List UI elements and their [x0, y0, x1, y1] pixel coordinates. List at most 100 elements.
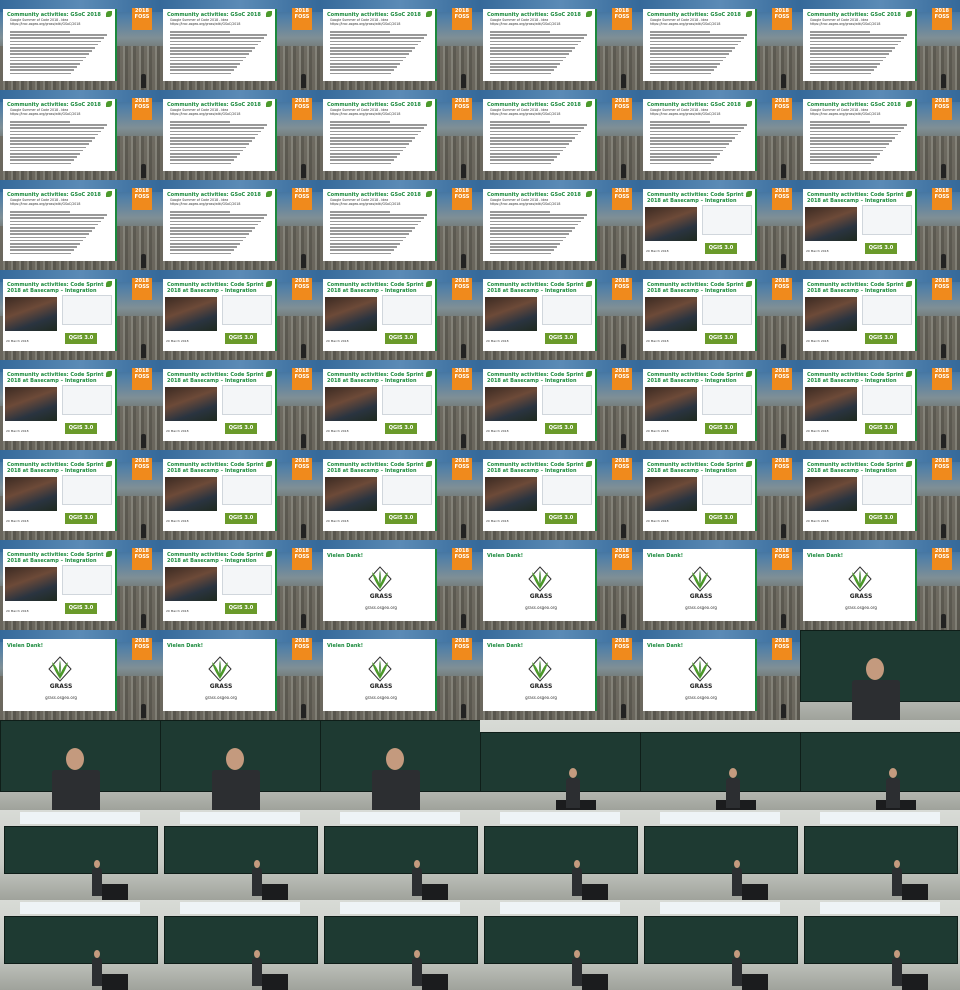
codesprint-photo — [325, 297, 377, 331]
subtitle-line-2: https://trac.osgeo.org/grass/wiki/GSoC/2… — [170, 202, 241, 206]
codesprint-photo — [485, 297, 537, 331]
slide-title: Community activities: Code Sprint 2018 a… — [167, 372, 264, 384]
text-line — [170, 233, 249, 235]
slide: Community activities: GSoC 2018 Google Su… — [323, 9, 435, 81]
foss-logo: 2018 FOSS — [612, 638, 632, 660]
slide-subtitle: Google Summer of Code 2018 - Idea https:/… — [330, 108, 430, 116]
text-line — [330, 211, 390, 213]
video-thumbnail: 2018 FOSS Community activities: GSoC 2018 G… — [800, 90, 960, 180]
video-thumbnail: 2018 FOSS Community activities: Code Sprin… — [0, 540, 160, 630]
grass-leaf-icon — [106, 371, 112, 377]
grass-wordmark: GRASS — [849, 593, 873, 600]
text-line — [10, 217, 104, 219]
text-line — [170, 43, 258, 46]
slide-title: Community activities: Code Sprint 2018 a… — [487, 372, 584, 384]
presenter-silhouette — [141, 254, 146, 268]
video-thumbnail: 2018 FOSS Community activities: Code Sprin… — [800, 450, 960, 540]
speaker-head — [894, 860, 900, 868]
video-thumbnail: 2018 FOSS Community activities: Code Sprin… — [160, 450, 320, 540]
foss-logo: 2018 FOSS — [292, 188, 312, 210]
grass-leaf-icon — [746, 11, 752, 17]
codesprint-photo — [645, 207, 697, 241]
video-thumbnail: 2018 FOSS Community activities: Code Sprin… — [160, 360, 320, 450]
text-line — [490, 130, 581, 133]
foss-logo: 2018 FOSS — [292, 548, 312, 570]
text-line — [650, 130, 741, 133]
slide: Community activities: Code Sprint 2018 a… — [163, 459, 275, 531]
slide-title: Community activities: Code Sprint 2018 a… — [487, 282, 584, 294]
slide: Vielen Dank! GRASS grass.osgeo.org — [803, 549, 915, 621]
slide-title: Community activities: Code Sprint 2018 a… — [487, 462, 584, 474]
foss-logo: 2018 FOSS — [132, 638, 152, 660]
text-line — [810, 146, 886, 149]
slide-date: 20 March 2018 — [486, 429, 509, 433]
grass-wordmark: GRASS — [529, 593, 553, 600]
foss-logo: 2018 FOSS — [772, 638, 792, 660]
slide-date: 20 March 2018 — [486, 339, 509, 343]
logo-name: FOSS — [774, 374, 790, 380]
text-line — [490, 133, 578, 136]
text-line — [810, 133, 898, 136]
text-line — [810, 43, 898, 46]
chalkboard — [644, 916, 798, 964]
grass-leaf-icon — [586, 371, 592, 377]
text-line — [330, 63, 400, 65]
text-line — [170, 47, 255, 49]
grass-leaf-icon — [906, 101, 912, 107]
text-line — [810, 37, 904, 39]
projection-screen — [20, 902, 140, 914]
slide-title: Community activities: Code Sprint 2018 a… — [647, 282, 744, 294]
slide: Community activities: Code Sprint 2018 a… — [3, 369, 115, 441]
grass-leaf-icon — [266, 281, 272, 287]
text-line — [330, 243, 400, 245]
qgis-logo: QGIS 3.0 — [865, 423, 897, 434]
slide: Community activities: Code Sprint 2018 a… — [163, 369, 275, 441]
logo-name: FOSS — [134, 464, 150, 470]
presenter-silhouette — [941, 524, 946, 538]
grass-leaf-icon — [586, 281, 592, 287]
logo-name: FOSS — [934, 104, 950, 110]
text-line — [650, 43, 738, 46]
text-line — [490, 159, 554, 161]
text-line — [330, 59, 403, 62]
text-line — [170, 127, 264, 129]
slide: Community activities: GSoC 2018 Google Su… — [803, 99, 915, 171]
logo-name: FOSS — [134, 284, 150, 290]
grass-leaf-icon — [266, 11, 272, 17]
text-line — [10, 124, 107, 126]
grass-logo-icon — [367, 565, 393, 593]
projection-screen — [500, 902, 620, 914]
slide-title: Community activities: Code Sprint 2018 a… — [167, 282, 264, 294]
lectern — [742, 974, 768, 990]
text-line — [10, 50, 92, 52]
foss-logo: 2018 FOSS — [612, 278, 632, 300]
qgis-logo: QGIS 3.0 — [865, 333, 897, 344]
text-line — [170, 211, 230, 213]
grass-leaf-icon — [746, 461, 752, 467]
logo-name: FOSS — [614, 464, 630, 470]
text-line — [330, 40, 421, 43]
video-thumbnail — [0, 720, 160, 810]
slide: Community activities: Code Sprint 2018 a… — [643, 459, 755, 531]
codesprint-photo — [645, 387, 697, 421]
text-line — [170, 40, 261, 43]
slide: Community activities: GSoC 2018 Google Su… — [163, 99, 275, 171]
logo-name: FOSS — [934, 464, 950, 470]
foss-logo: 2018 FOSS — [932, 278, 952, 300]
speaker-head — [226, 748, 244, 770]
text-line — [810, 59, 883, 62]
grass-url: grass.osgeo.org — [525, 605, 557, 610]
subtitle-line-2: https://trac.osgeo.org/grass/wiki/GSoC/2… — [330, 22, 401, 26]
text-line — [650, 63, 720, 65]
slide-title: Vielen Dank! — [647, 553, 683, 559]
text-line — [170, 146, 246, 149]
grass-leaf-icon — [426, 461, 432, 467]
text-line — [170, 249, 234, 251]
slide-title: Community activities: Code Sprint 2018 a… — [7, 372, 104, 384]
tweet-card — [542, 295, 592, 325]
text-line — [330, 130, 421, 133]
speaker-head — [254, 860, 260, 868]
tweet-card — [62, 475, 112, 505]
text-line — [170, 149, 243, 152]
slide: Community activities: Code Sprint 2018 a… — [323, 279, 435, 351]
